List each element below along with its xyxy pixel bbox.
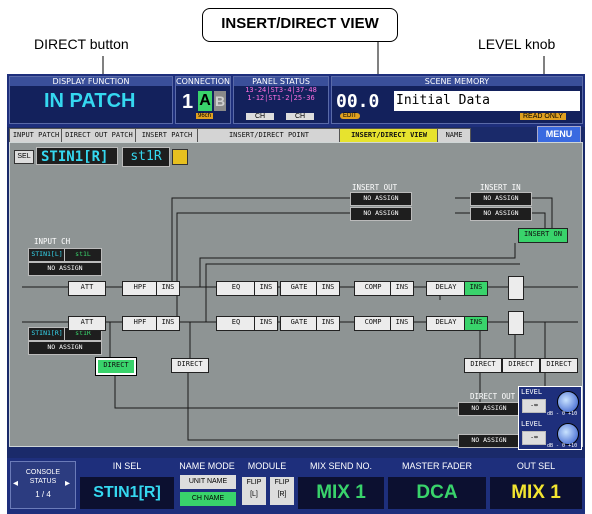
hpf-block-l[interactable]: HPF [122,281,158,296]
ch-left-assign[interactable]: NO ASSIGN [28,262,102,276]
console-status-prev-icon[interactable]: ◂ [13,478,18,489]
direct-out-1[interactable]: NO ASSIGN [458,402,520,416]
direct-button-pre-hpf[interactable]: DIRECT [95,357,137,376]
module-title: MODULE [247,461,287,471]
delay-block-r[interactable]: DELAY [426,316,466,331]
direct-out-label: DIRECT OUT [470,392,516,401]
mix-send-title: MIX SEND NO. [309,461,372,471]
ch-right-assign[interactable]: NO ASSIGN [28,341,102,355]
insert-in-1[interactable]: NO ASSIGN [470,192,532,206]
ins-button-hpf-l[interactable]: INS [156,281,180,296]
insert-on-button[interactable]: INSERT ON [518,228,568,243]
level-value-1: -∞ [522,399,546,413]
insert-in-2[interactable]: NO ASSIGN [470,207,532,221]
ins-button-gate-r[interactable]: INS [316,316,340,331]
level-value-2: -∞ [522,431,546,445]
ch-left-name: st1L [64,248,102,262]
direct-button-post-fader[interactable]: DIRECT [502,358,540,373]
unit-name-button[interactable]: UNIT NAME [180,475,236,489]
ch-left-port: STIN1[L] [28,248,66,262]
ins-button-gate-l[interactable]: INS [316,281,340,296]
comp-block-l[interactable]: COMP [354,281,392,296]
hpf-block-r[interactable]: HPF [122,316,158,331]
level-scale-2: dB - 0 +10 [547,443,578,449]
comp-block-r[interactable]: COMP [354,316,392,331]
att-block-l[interactable]: ATT [68,281,106,296]
insert-in-label: INSERT IN [480,183,521,192]
console-status-next-icon[interactable]: ▸ [65,478,70,489]
master-fader-value[interactable]: DCA [388,477,486,509]
delay-block-l[interactable]: DELAY [426,281,466,296]
console-status-button[interactable]: ◂ CONSOLE STATUS 1 / 4 ▸ [10,461,76,509]
level-knob-2[interactable] [557,423,579,445]
ins-button-eq-r[interactable]: INS [254,316,278,331]
out-sel-title: OUT SEL [516,461,556,471]
fader-symbol-l [508,276,524,300]
console-status-label: CONSOLE STATUS [25,469,61,485]
flip-r-button[interactable]: FLIP [R] [270,477,294,505]
insert-out-1[interactable]: NO ASSIGN [350,192,412,206]
level-label-2: LEVEL [521,420,543,428]
att-block-r[interactable]: ATT [68,316,106,331]
ins-button-comp-r[interactable]: INS [390,316,414,331]
flip-l-button[interactable]: FLIP [L] [242,477,266,505]
gate-block-l[interactable]: GATE [280,281,318,296]
ins-button-hpf-r[interactable]: INS [156,316,180,331]
level-knob-1[interactable] [557,391,579,413]
level-label-1: LEVEL [521,388,543,396]
eq-block-r[interactable]: EQ [216,316,256,331]
level-knob-area: LEVEL -∞ dB - 0 +10 LEVEL -∞ dB - 0 +10 [518,386,582,450]
direct-button-pre-eq[interactable]: DIRECT [171,358,209,373]
ins-button-eq-l[interactable]: INS [254,281,278,296]
name-mode-title: NAME MODE [179,461,235,471]
in-sel-title: IN SEL [112,461,142,471]
in-sel-value[interactable]: STIN1[R] [80,477,174,509]
level-scale-1: dB - 0 +10 [547,411,578,417]
direct-out-2[interactable]: NO ASSIGN [458,434,520,448]
insert-out-2[interactable]: NO ASSIGN [350,207,412,221]
out-sel-value[interactable]: MIX 1 [490,477,582,509]
eq-block-l[interactable]: EQ [216,281,256,296]
ins-button-delay-r[interactable]: INS [464,316,488,331]
console-status-page: 1 / 4 [35,490,51,499]
direct-button-post-on[interactable]: DIRECT [540,358,578,373]
fader-symbol-r [508,311,524,335]
direct-button-pre-fader[interactable]: DIRECT [464,358,502,373]
gate-block-r[interactable]: GATE [280,316,318,331]
insert-out-label: INSERT OUT [352,183,398,192]
input-ch-label: INPUT CH [34,237,71,246]
mix-send-value[interactable]: MIX 1 [298,477,384,509]
ch-right-port: STIN1[R] [28,327,66,341]
ins-button-delay-l[interactable]: INS [464,281,488,296]
master-fader-title: MASTER FADER [401,461,472,471]
ch-name-button[interactable]: CH NAME [180,492,236,506]
ins-button-comp-l[interactable]: INS [390,281,414,296]
